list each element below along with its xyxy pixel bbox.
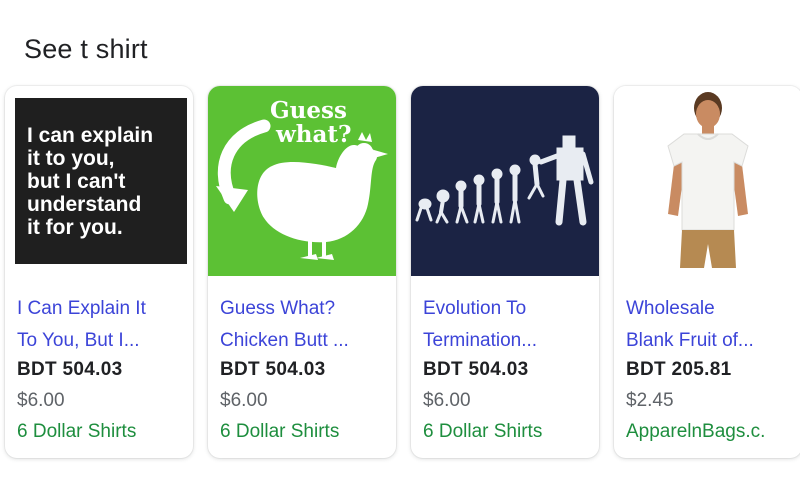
product-title-line: To You, But I... (17, 330, 140, 351)
product-title-line: Evolution To (423, 298, 527, 319)
product-seller[interactable]: 6 Dollar Shirts (220, 421, 339, 443)
product-seller[interactable]: 6 Dollar Shirts (423, 421, 542, 443)
product-card[interactable]: Guess what? Guess What? Chicken Butt ...… (208, 86, 396, 458)
product-original-price: $6.00 (220, 390, 268, 411)
product-card[interactable]: I can explain it to you, but I can't und… (5, 86, 193, 458)
product-title-line: I Can Explain It (17, 298, 146, 319)
product-title-link[interactable]: I Can Explain It To You, But I... (17, 293, 189, 357)
image-text-line: but I can't (27, 170, 125, 193)
product-title-line: Termination... (423, 330, 538, 351)
product-price: BDT 205.81 (626, 359, 732, 380)
product-image[interactable] (411, 86, 599, 276)
product-price: BDT 504.03 (17, 359, 123, 380)
image-text-line: what? (275, 121, 352, 148)
product-image[interactable] (614, 86, 800, 276)
image-text-line: I can explain (27, 124, 153, 147)
product-title-line: Guess What? (220, 298, 336, 319)
product-price: BDT 504.03 (220, 359, 326, 380)
image-text-line: Guess (270, 97, 347, 124)
product-image[interactable]: I can explain it to you, but I can't und… (15, 98, 187, 264)
product-seller[interactable]: 6 Dollar Shirts (17, 421, 136, 443)
image-text-line: understand (27, 193, 141, 216)
image-text-line: it for you. (27, 216, 123, 239)
product-title-line: Chicken Butt ... (220, 330, 349, 351)
product-card[interactable]: Evolution To Termination... BDT 504.03 $… (411, 86, 599, 458)
product-title-link[interactable]: Wholesale Blank Fruit of... (626, 293, 798, 357)
product-card[interactable]: Wholesale Blank Fruit of... BDT 205.81 $… (614, 86, 800, 458)
section-heading: See t shirt (24, 34, 148, 64)
image-text-line: it to you, (27, 147, 115, 170)
product-image[interactable]: Guess what? (208, 86, 396, 276)
product-title-line: Blank Fruit of... (626, 330, 754, 351)
product-price: BDT 504.03 (423, 359, 529, 380)
product-original-price: $6.00 (17, 390, 65, 411)
product-original-price: $6.00 (423, 390, 471, 411)
product-original-price: $2.45 (626, 390, 674, 411)
product-title-link[interactable]: Guess What? Chicken Butt ... (220, 293, 392, 357)
product-title-link[interactable]: Evolution To Termination... (423, 293, 595, 357)
product-title-line: Wholesale (626, 298, 715, 319)
product-seller[interactable]: ApparelnBags.c. (626, 421, 765, 443)
